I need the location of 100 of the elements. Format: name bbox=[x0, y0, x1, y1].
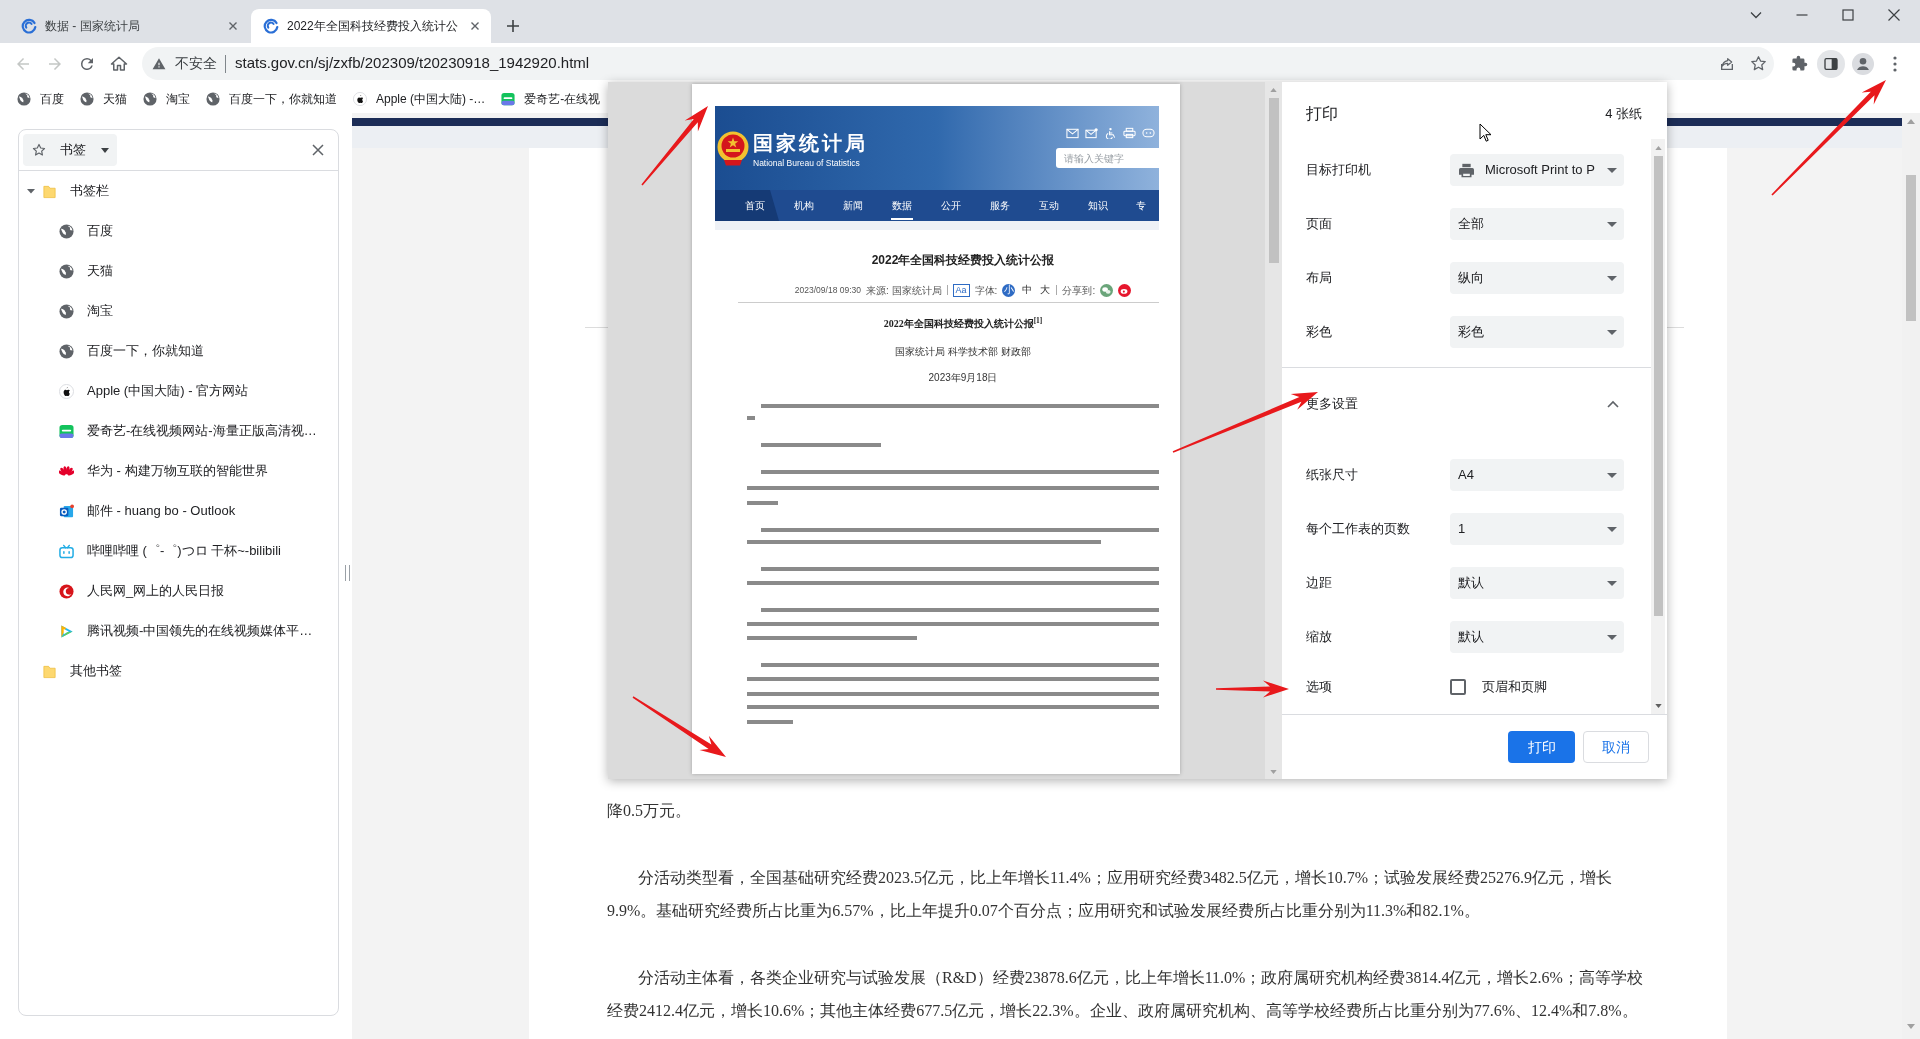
caret-icon bbox=[1607, 580, 1617, 586]
sheet-count: 4 张纸 bbox=[1605, 105, 1642, 123]
print-button[interactable]: 打印 bbox=[1508, 731, 1575, 763]
browser-tab[interactable]: 2022年全国科技经费投入统计公 bbox=[251, 9, 491, 43]
emblem-icon bbox=[717, 131, 749, 166]
bookmark-item[interactable]: 百度 bbox=[19, 211, 338, 251]
article-title: 2022年全国科技经费投入统计公报 bbox=[871, 252, 1055, 268]
bookmarks-dropdown[interactable]: 书签 bbox=[23, 134, 117, 166]
caret-icon[interactable] bbox=[27, 187, 35, 195]
nav-link[interactable]: 首页 bbox=[715, 190, 779, 221]
scrollbar-thumb[interactable] bbox=[1906, 175, 1916, 321]
accessibility-icon[interactable] bbox=[1104, 127, 1117, 139]
dropdown[interactable]: 1 bbox=[1450, 513, 1624, 545]
nav-link[interactable]: 数据 bbox=[877, 190, 926, 221]
mail-icon[interactable] bbox=[1085, 127, 1098, 139]
font-size-option[interactable]: 中 bbox=[1020, 283, 1034, 297]
bookmark-folder[interactable]: 其他书签 bbox=[19, 651, 338, 691]
nav-link[interactable]: 新闻 bbox=[828, 190, 877, 221]
browser-tab[interactable]: 数据 - 国家统计局 bbox=[9, 9, 249, 43]
font-size-option[interactable]: 大 bbox=[1038, 283, 1052, 297]
caret-icon bbox=[1607, 526, 1617, 532]
star-icon[interactable] bbox=[1749, 55, 1767, 72]
site-subtitle: National Bureau of Statistics bbox=[753, 158, 861, 168]
printer-dropdown[interactable]: Microsoft Print to P bbox=[1450, 154, 1624, 186]
nav-link[interactable]: 服务 bbox=[975, 190, 1024, 221]
bookmark-item[interactable]: 人民网_网上的人民日报 bbox=[19, 571, 338, 611]
nav-link[interactable]: 知识 bbox=[1073, 190, 1122, 221]
swirl-icon bbox=[21, 18, 37, 34]
mail-icon[interactable] bbox=[1066, 127, 1079, 139]
scrollbar-thumb[interactable] bbox=[1268, 98, 1279, 263]
document-date: 2023年9月18日 bbox=[928, 371, 998, 384]
globe-icon bbox=[59, 343, 74, 359]
close-icon[interactable] bbox=[312, 144, 324, 156]
puzzle-icon[interactable] bbox=[1790, 55, 1808, 72]
home-icon[interactable] bbox=[110, 54, 128, 73]
globe-icon bbox=[80, 91, 94, 106]
bookmark-item[interactable]: 淘宝 bbox=[19, 291, 338, 331]
bookmark-item[interactable]: Apple (中国大陆) - 官方网站 bbox=[19, 371, 338, 411]
bookmark-item[interactable]: 华为 - 构建万物互联的智能世界 bbox=[19, 451, 338, 491]
checkbox[interactable] bbox=[1450, 679, 1466, 695]
bookmark-item[interactable]: 爱奇艺-在线视 bbox=[501, 89, 601, 108]
search-field[interactable]: 请输入关键字 bbox=[1056, 148, 1159, 168]
maximize-icon[interactable] bbox=[1841, 8, 1855, 22]
bookmark-item[interactable]: 天猫 bbox=[19, 251, 338, 291]
close-icon[interactable] bbox=[1887, 8, 1901, 22]
paragraph-text: 分活动类型看，全国基础研究经费2023.5亿元，比上年增长11.4%；应用研究经费3482.5亿元，增长10.7%；试验发展经费25276.9亿元，增长9.9%。基础研究经费所占比重为6.57%，比上年提升0.07个百分点；应用研究和试验发展经费所占比重分别为11.3%和82.1%。 bbox=[607, 868, 1614, 921]
bookmark-item[interactable]: 爱奇艺-在线视频网站-海量正版高清视… bbox=[19, 411, 338, 451]
nav-link[interactable]: 互动 bbox=[1024, 190, 1073, 221]
menu-icon[interactable] bbox=[1893, 55, 1897, 72]
share-icon[interactable] bbox=[1719, 55, 1735, 72]
bookmark-item[interactable]: 淘宝 bbox=[143, 89, 190, 108]
side-panel-button[interactable] bbox=[1817, 49, 1845, 78]
dropdown[interactable]: 全部 bbox=[1450, 208, 1624, 240]
bookmark-item[interactable]: 腾讯视频-中国领先的在线视频媒体平… bbox=[19, 611, 338, 651]
setting-label: 每个工作表的页数 bbox=[1306, 520, 1411, 539]
font-button[interactable]: Aa bbox=[952, 283, 970, 297]
caret-up-icon[interactable] bbox=[1654, 146, 1662, 150]
caret-icon bbox=[1607, 472, 1617, 478]
bookmark-item[interactable]: 天猫 bbox=[80, 89, 127, 108]
font-size-option[interactable]: 小 bbox=[1002, 283, 1016, 297]
nav-link[interactable]: 专 bbox=[1122, 190, 1159, 221]
dropdown[interactable]: 默认 bbox=[1450, 621, 1624, 653]
dropdown[interactable]: 默认 bbox=[1450, 567, 1624, 599]
plus-icon[interactable] bbox=[506, 19, 520, 33]
bookmark-folder[interactable]: 书签栏 bbox=[19, 171, 338, 211]
globe-icon bbox=[206, 91, 220, 106]
bookmark-item[interactable]: 哔哩哔哩 (゜-゜)つロ 干杯~-bilibili bbox=[19, 531, 338, 571]
avatar-icon[interactable] bbox=[1852, 52, 1874, 75]
caret-up-icon[interactable] bbox=[1270, 88, 1277, 92]
resize-handle[interactable] bbox=[345, 565, 350, 581]
chat-bubbles-icon[interactable] bbox=[1100, 283, 1114, 297]
bookmark-item[interactable]: 百度一下，你就知道 bbox=[19, 331, 338, 371]
bookmark-item[interactable]: 百度一下，你就知道 bbox=[206, 89, 337, 108]
cancel-button[interactable]: 取消 bbox=[1583, 731, 1649, 763]
more-settings-toggle[interactable]: 更多设置 bbox=[1306, 388, 1624, 420]
swirl-badge-icon[interactable] bbox=[1118, 283, 1132, 297]
dropdown[interactable]: A4 bbox=[1450, 459, 1624, 491]
caret-down-icon[interactable] bbox=[1907, 1024, 1915, 1029]
nav-link[interactable]: 公开 bbox=[926, 190, 975, 221]
paragraph-text: 分活动主体看，各类企业研究与试验发展（R&D）经费23878.6亿元，比上年增长11.0%；政府属研究机构经费3814.4亿元，增长2.6%；高等学校经费2412.4亿元，增长10.6%；其他主体经费677.5亿元，增长22.3%。企业、政府属研究机构、高等学校经费所占比重分别为77.6%、12.4%和7.8%。 bbox=[607, 968, 1644, 1021]
swirl-icon bbox=[263, 18, 279, 34]
scrollbar-thumb[interactable] bbox=[1653, 156, 1663, 616]
nav-link[interactable]: 机构 bbox=[779, 190, 828, 221]
checkbox-label[interactable]: 页眉和页脚 bbox=[1482, 677, 1547, 697]
caret-down-icon[interactable] bbox=[1654, 704, 1662, 708]
chat-icon[interactable] bbox=[1142, 127, 1155, 139]
warning-icon bbox=[152, 56, 166, 71]
swirl-icon bbox=[59, 583, 74, 599]
star-icon bbox=[32, 143, 46, 157]
security-label[interactable]: 不安全 bbox=[175, 53, 217, 74]
caret-up-icon[interactable] bbox=[1907, 119, 1915, 124]
printer-icon[interactable] bbox=[1123, 127, 1136, 139]
dialog-title: 打印 bbox=[1306, 104, 1338, 124]
dropdown[interactable]: 纵向 bbox=[1450, 262, 1624, 294]
source-text: 来源: 国家统计局 bbox=[866, 283, 942, 298]
bookmark-item[interactable]: 邮件 - huang bo - Outlook bbox=[19, 491, 338, 531]
bookmark-item[interactable]: Apple (中国大陆) -… bbox=[353, 89, 486, 108]
bookmark-item[interactable]: 百度 bbox=[17, 89, 64, 108]
dropdown[interactable]: 彩色 bbox=[1450, 316, 1624, 348]
address-bar[interactable]: 不安全 stats.gov.cn/sj/zxfb/202309/t20230918_1942920.html bbox=[142, 47, 1774, 80]
